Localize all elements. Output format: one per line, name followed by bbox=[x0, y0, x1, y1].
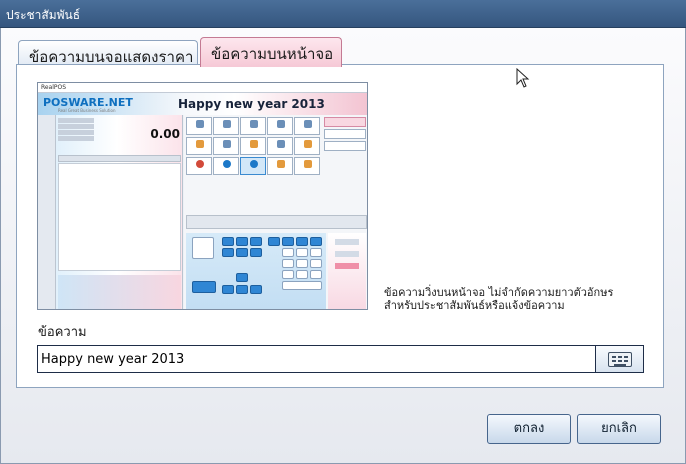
preview-numpad bbox=[186, 233, 326, 309]
message-input[interactable] bbox=[37, 345, 595, 373]
tab-screen-message[interactable]: ข้อความบนหน้าจอ bbox=[200, 37, 342, 67]
preview-item-grid-header bbox=[58, 155, 181, 162]
preview-category-list bbox=[324, 117, 366, 157]
preview-item-grid bbox=[58, 163, 181, 271]
mouse-cursor-icon bbox=[516, 68, 530, 88]
virtual-keyboard-button[interactable] bbox=[595, 345, 644, 373]
message-label: ข้อความ bbox=[38, 325, 87, 340]
description-line-1: ข้อความวิ่งบนหน้าจอ ไม่จำกัดความยาวตัวอั… bbox=[384, 286, 614, 299]
preview-description: ข้อความวิ่งบนหน้าจอ ไม่จำกัดความยาวตัวอั… bbox=[384, 286, 654, 312]
screen-preview: RealPOS POSWARE.NET Real Great Business … bbox=[37, 82, 368, 310]
title-bar: ประชาสัมพันธ์ bbox=[0, 0, 686, 28]
preview-header: POSWARE.NET Real Great Business Solution… bbox=[38, 93, 367, 115]
preview-side-toolbar bbox=[38, 115, 56, 309]
preview-sale-footer bbox=[58, 275, 181, 309]
preview-product-tiles bbox=[186, 117, 322, 197]
preview-product-panel bbox=[184, 115, 367, 309]
preview-sale-panel: 0.00 bbox=[38, 115, 183, 309]
preview-side-buttons bbox=[328, 233, 366, 309]
ok-button[interactable]: ตกลง bbox=[487, 414, 571, 444]
keyboard-icon bbox=[608, 352, 632, 367]
preview-window-title: RealPOS bbox=[38, 83, 367, 93]
preview-function-keys bbox=[186, 215, 367, 229]
preview-logo-tagline: Real Great Business Solution bbox=[58, 108, 116, 113]
preview-marquee-text: Happy new year 2013 bbox=[178, 97, 325, 111]
description-line-2: สำหรับประชาสัมพันธ์หรือแจ้งข้อความ bbox=[384, 299, 565, 312]
cancel-button[interactable]: ยกเลิก bbox=[577, 414, 661, 444]
window-title: ประชาสัมพันธ์ bbox=[6, 8, 81, 22]
preview-total: 0.00 bbox=[150, 127, 180, 141]
